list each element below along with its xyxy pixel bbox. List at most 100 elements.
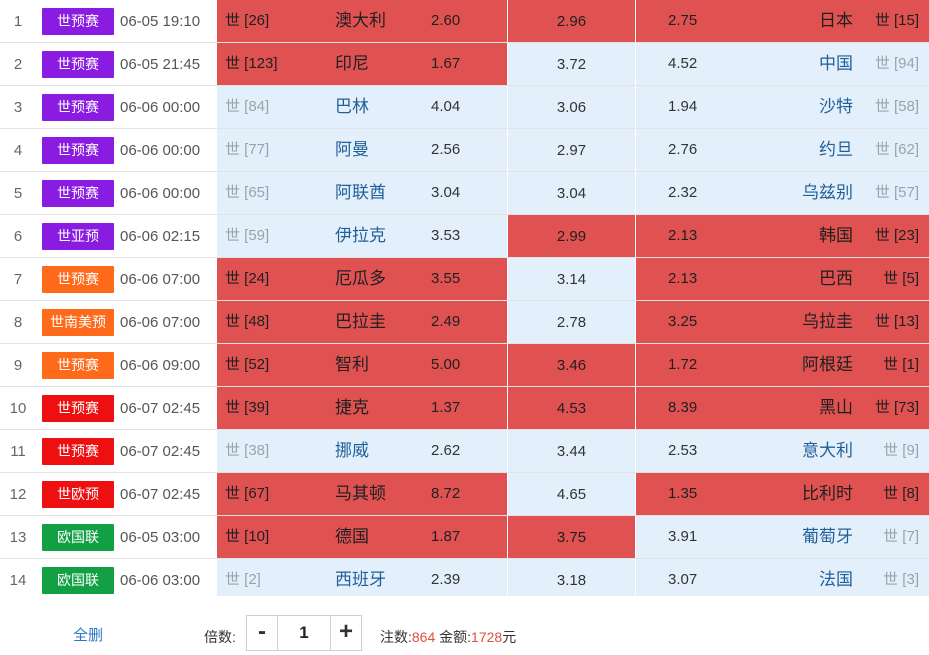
draw-option[interactable]: 3.44 [507, 429, 636, 473]
increase-button[interactable]: + [330, 616, 361, 650]
draw-option[interactable]: 3.72 [507, 42, 636, 86]
league-badge: 世预赛 [42, 394, 114, 422]
match-number: 3 [0, 85, 36, 129]
league-badge: 世预赛 [42, 136, 114, 164]
away-win-option[interactable]: 2.13 韩国 世 [23] [635, 214, 929, 258]
match-row: 2 世预赛 06-05 21:45 世 [123] 印尼 1.67 3.72 4.52 中国 世 … [0, 42, 929, 86]
away-rank: 世 [5] [883, 270, 919, 287]
home-win-option[interactable]: 世 [38] 挪威 2.62 [217, 429, 508, 473]
draw-option[interactable]: 3.04 [507, 171, 636, 215]
away-rank: 世 [94] [874, 55, 919, 72]
home-odd: 2.62 [431, 442, 461, 459]
home-odd: 5.00 [431, 356, 461, 373]
away-win-option[interactable]: 2.32 乌兹别 世 [57] [635, 171, 929, 215]
match-number: 13 [0, 515, 36, 559]
clear-all-button[interactable]: 全删 [73, 624, 103, 645]
away-team: 意大利 [802, 441, 853, 460]
match-row: 4 世预赛 06-06 00:00 世 [77] 阿曼 2.56 2.97 2.76 约旦 世 [… [0, 128, 929, 172]
away-win-option[interactable]: 2.53 意大利 世 [9] [635, 429, 929, 473]
home-win-option[interactable]: 世 [67] 马其顿 8.72 [217, 472, 508, 516]
match-time: 06-06 00:00 [120, 85, 217, 129]
away-win-option[interactable]: 3.91 葡萄牙 世 [7] [635, 515, 929, 559]
home-rank: 世 [38] [225, 442, 270, 459]
away-win-option[interactable]: 4.52 中国 世 [94] [635, 42, 929, 86]
home-team: 马其顿 [335, 484, 386, 503]
match-row: 7 世预赛 06-06 07:00 世 [24] 厄瓜多 3.55 3.14 2.13 巴西 世 … [0, 257, 929, 301]
league-badge: 世预赛 [42, 93, 114, 121]
match-number: 1 [0, 0, 36, 43]
away-rank: 世 [62] [874, 141, 919, 158]
draw-odd: 4.65 [556, 485, 587, 503]
home-rank: 世 [24] [225, 270, 270, 287]
away-odd: 3.91 [668, 528, 698, 545]
away-win-option[interactable]: 2.76 约旦 世 [62] [635, 128, 929, 172]
match-row: 6 世亚预 06-06 02:15 世 [59] 伊拉克 3.53 2.99 2.13 韩国 世 … [0, 214, 929, 258]
league-badge: 世预赛 [42, 437, 114, 465]
home-win-option[interactable]: 世 [65] 阿联酋 3.04 [217, 171, 508, 215]
home-odd: 1.37 [431, 399, 461, 416]
home-win-option[interactable]: 世 [84] 巴林 4.04 [217, 85, 508, 129]
away-team: 中国 [819, 54, 853, 73]
home-win-option[interactable]: 世 [39] 捷克 1.37 [217, 386, 508, 430]
away-rank: 世 [3] [883, 571, 919, 588]
draw-option[interactable]: 3.14 [507, 257, 636, 301]
home-win-option[interactable]: 世 [77] 阿曼 2.56 [217, 128, 508, 172]
away-odd: 2.13 [668, 227, 698, 244]
home-odd: 2.39 [431, 571, 461, 588]
draw-odd: 3.06 [556, 98, 587, 116]
home-rank: 世 [10] [225, 528, 270, 545]
away-win-option[interactable]: 1.35 比利时 世 [8] [635, 472, 929, 516]
away-win-option[interactable]: 3.25 乌拉圭 世 [13] [635, 300, 929, 344]
league-cell: 世预赛 [36, 171, 120, 215]
away-odd: 2.75 [668, 12, 698, 29]
home-rank: 世 [52] [225, 356, 270, 373]
away-win-option[interactable]: 1.72 阿根廷 世 [1] [635, 343, 929, 387]
home-odd: 4.04 [431, 98, 461, 115]
match-row: 12 世欧预 06-07 02:45 世 [67] 马其顿 8.72 4.65 1.35 比利时… [0, 472, 929, 516]
home-win-option[interactable]: 世 [48] 巴拉圭 2.49 [217, 300, 508, 344]
home-win-option[interactable]: 世 [26] 澳大利 2.60 [217, 0, 508, 43]
away-win-option[interactable]: 2.13 巴西 世 [5] [635, 257, 929, 301]
draw-option[interactable]: 2.97 [507, 128, 636, 172]
draw-option[interactable]: 3.06 [507, 85, 636, 129]
draw-option[interactable]: 2.96 [507, 0, 636, 43]
home-rank: 世 [26] [225, 12, 270, 29]
match-time: 06-06 09:00 [120, 343, 217, 387]
home-win-option[interactable]: 世 [10] 德国 1.87 [217, 515, 508, 559]
home-win-option[interactable]: 世 [59] 伊拉克 3.53 [217, 214, 508, 258]
home-rank: 世 [67] [225, 485, 270, 502]
away-win-option[interactable]: 8.39 黑山 世 [73] [635, 386, 929, 430]
match-time: 06-05 19:10 [120, 0, 217, 43]
league-badge: 世南美预 [42, 308, 114, 336]
away-win-option[interactable]: 2.75 日本 世 [15] [635, 0, 929, 43]
draw-option[interactable]: 2.99 [507, 214, 636, 258]
match-time: 06-06 07:00 [120, 257, 217, 301]
away-win-option[interactable]: 1.94 沙特 世 [58] [635, 85, 929, 129]
match-time: 06-06 00:00 [120, 128, 217, 172]
draw-option[interactable]: 4.53 [507, 386, 636, 430]
draw-option[interactable]: 2.78 [507, 300, 636, 344]
home-win-option[interactable]: 世 [123] 印尼 1.67 [217, 42, 508, 86]
draw-option[interactable]: 3.75 [507, 515, 636, 559]
decrease-button[interactable]: - [247, 616, 278, 650]
home-odd: 3.53 [431, 227, 461, 244]
home-win-option[interactable]: 世 [52] 智利 5.00 [217, 343, 508, 387]
away-team: 日本 [819, 11, 853, 30]
draw-odd: 2.78 [556, 313, 587, 331]
multiplier-label: 倍数: [204, 629, 236, 645]
home-win-option[interactable]: 世 [24] 厄瓜多 3.55 [217, 257, 508, 301]
home-rank: 世 [123] [225, 55, 278, 72]
home-team: 澳大利 [335, 11, 386, 30]
match-time: 06-07 02:45 [120, 386, 217, 430]
match-number: 7 [0, 257, 36, 301]
draw-option[interactable]: 4.65 [507, 472, 636, 516]
match-row: 11 世预赛 06-07 02:45 世 [38] 挪威 2.62 3.44 2.53 意大利 世… [0, 429, 929, 473]
draw-option[interactable]: 3.46 [507, 343, 636, 387]
home-odd: 2.60 [431, 12, 461, 29]
league-badge: 世预赛 [42, 50, 114, 78]
bet-summary: 注数:864 金额:1728元 [380, 627, 516, 647]
multiplier-input[interactable] [278, 616, 330, 650]
home-team: 伊拉克 [335, 226, 386, 245]
home-odd: 1.87 [431, 528, 461, 545]
draw-odd: 2.97 [556, 141, 587, 159]
